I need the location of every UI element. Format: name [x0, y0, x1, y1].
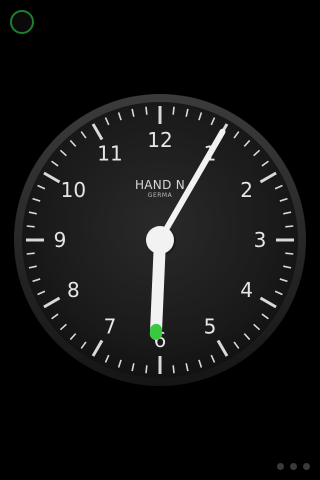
numeral-11: 11	[97, 141, 122, 165]
status-indicator-icon	[10, 10, 34, 34]
numeral-8: 8	[67, 278, 80, 302]
center-cap	[146, 226, 174, 254]
minute-tick	[172, 106, 175, 115]
minute-tick	[285, 252, 294, 255]
page-dot-1	[277, 463, 284, 470]
numeral-5: 5	[204, 315, 217, 339]
clock-face: 121234567891011 HAND N GERMA	[14, 94, 306, 386]
minute-tick	[145, 365, 148, 374]
minute-tick	[172, 365, 175, 374]
numeral-12: 12	[147, 128, 172, 152]
minute-tick	[285, 225, 294, 228]
page-dot-3	[303, 463, 310, 470]
minute-tick	[145, 106, 148, 115]
numeral-9: 9	[54, 228, 67, 252]
minute-tick	[26, 252, 35, 255]
page-indicator	[277, 463, 310, 470]
minute-tick	[26, 225, 35, 228]
numeral-7: 7	[104, 315, 117, 339]
numeral-3: 3	[254, 228, 267, 252]
analog-clock: 121234567891011 HAND N GERMA	[10, 90, 310, 390]
numeral-10: 10	[61, 178, 86, 202]
numeral-2: 2	[240, 178, 253, 202]
page-dot-2	[290, 463, 297, 470]
hour-hand-tip	[149, 323, 163, 340]
brand-name: HAND N	[135, 178, 185, 192]
numeral-4: 4	[240, 278, 253, 302]
brand-subtitle: GERMA	[148, 192, 173, 199]
